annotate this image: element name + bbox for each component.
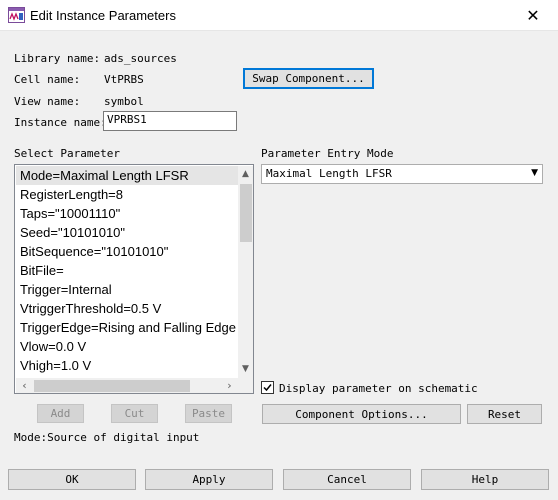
entry-mode-dropdown[interactable]: Maximal Length LFSR ▼ — [261, 164, 543, 184]
chevron-down-icon: ▼ — [531, 168, 538, 178]
list-item[interactable]: RegisterLength=8 — [16, 185, 238, 204]
list-item[interactable]: Vlow=0.0 V — [16, 337, 238, 356]
instance-name-value: VPRBS1 — [107, 113, 147, 126]
list-item[interactable]: Mode=Maximal Length LFSR — [16, 166, 238, 185]
select-parameter-label: Select Parameter — [14, 147, 120, 160]
instance-name-label: Instance name: — [14, 116, 107, 129]
display-parameter-checkbox[interactable] — [261, 381, 274, 394]
scroll-left-icon[interactable]: ‹ — [17, 378, 32, 393]
list-item[interactable]: VtriggerThreshold=0.5 V — [16, 299, 238, 318]
cut-button[interactable]: Cut — [111, 404, 158, 423]
entry-mode-value: Maximal Length LFSR — [266, 167, 392, 180]
close-button[interactable]: ✕ — [520, 6, 546, 26]
entry-mode-label: Parameter Entry Mode — [261, 147, 394, 160]
scrollbar-corner — [238, 378, 253, 393]
vertical-scroll-thumb[interactable] — [240, 184, 252, 242]
horizontal-scroll-thumb[interactable] — [34, 380, 190, 392]
view-name-label: View name: — [14, 95, 81, 108]
list-item[interactable]: TriggerEdge=Rising and Falling Edge — [16, 318, 238, 337]
instance-name-input[interactable]: VPRBS1 — [103, 111, 237, 131]
list-item[interactable]: Seed="10101010" — [16, 223, 238, 242]
close-icon: ✕ — [526, 6, 540, 25]
window-title: Edit Instance Parameters — [30, 8, 176, 23]
vertical-scrollbar[interactable]: ▲ ▼ — [238, 166, 253, 378]
component-options-button[interactable]: Component Options... — [262, 404, 461, 424]
library-name-value: ads_sources — [104, 52, 177, 65]
list-item[interactable]: Vhigh=1.0 V — [16, 356, 238, 375]
swap-component-button[interactable]: Swap Component... — [243, 68, 374, 89]
parameter-listbox[interactable]: Mode=Maximal Length LFSR RegisterLength=… — [14, 164, 254, 394]
scroll-up-icon[interactable]: ▲ — [238, 167, 253, 182]
ads-app-icon — [8, 7, 25, 23]
view-name-value: symbol — [104, 95, 144, 108]
list-item[interactable]: BitFile= — [16, 261, 238, 280]
status-text: Mode:Source of digital input — [14, 431, 200, 444]
checkmark-icon — [263, 384, 272, 392]
cell-name-value: VtPRBS — [104, 73, 144, 86]
list-item[interactable]: Taps="10001110" — [16, 204, 238, 223]
list-item[interactable]: BitSequence="10101010" — [16, 242, 238, 261]
ok-button[interactable]: OK — [8, 469, 136, 490]
display-parameter-label: Display parameter on schematic — [279, 382, 478, 395]
library-name-label: Library name: — [14, 52, 101, 65]
list-item[interactable]: Trigger=Internal — [16, 280, 238, 299]
horizontal-scrollbar[interactable]: ‹ › — [16, 378, 238, 393]
help-button[interactable]: Help — [421, 469, 549, 490]
cancel-button[interactable]: Cancel — [283, 469, 411, 490]
scroll-right-icon[interactable]: › — [222, 378, 237, 393]
title-bar: Edit Instance Parameters ✕ — [0, 0, 558, 31]
apply-button[interactable]: Apply — [145, 469, 273, 490]
scroll-down-icon[interactable]: ▼ — [238, 362, 253, 377]
paste-button[interactable]: Paste — [185, 404, 232, 423]
cell-name-label: Cell name: — [14, 73, 81, 86]
add-button[interactable]: Add — [37, 404, 84, 423]
reset-button[interactable]: Reset — [467, 404, 542, 424]
